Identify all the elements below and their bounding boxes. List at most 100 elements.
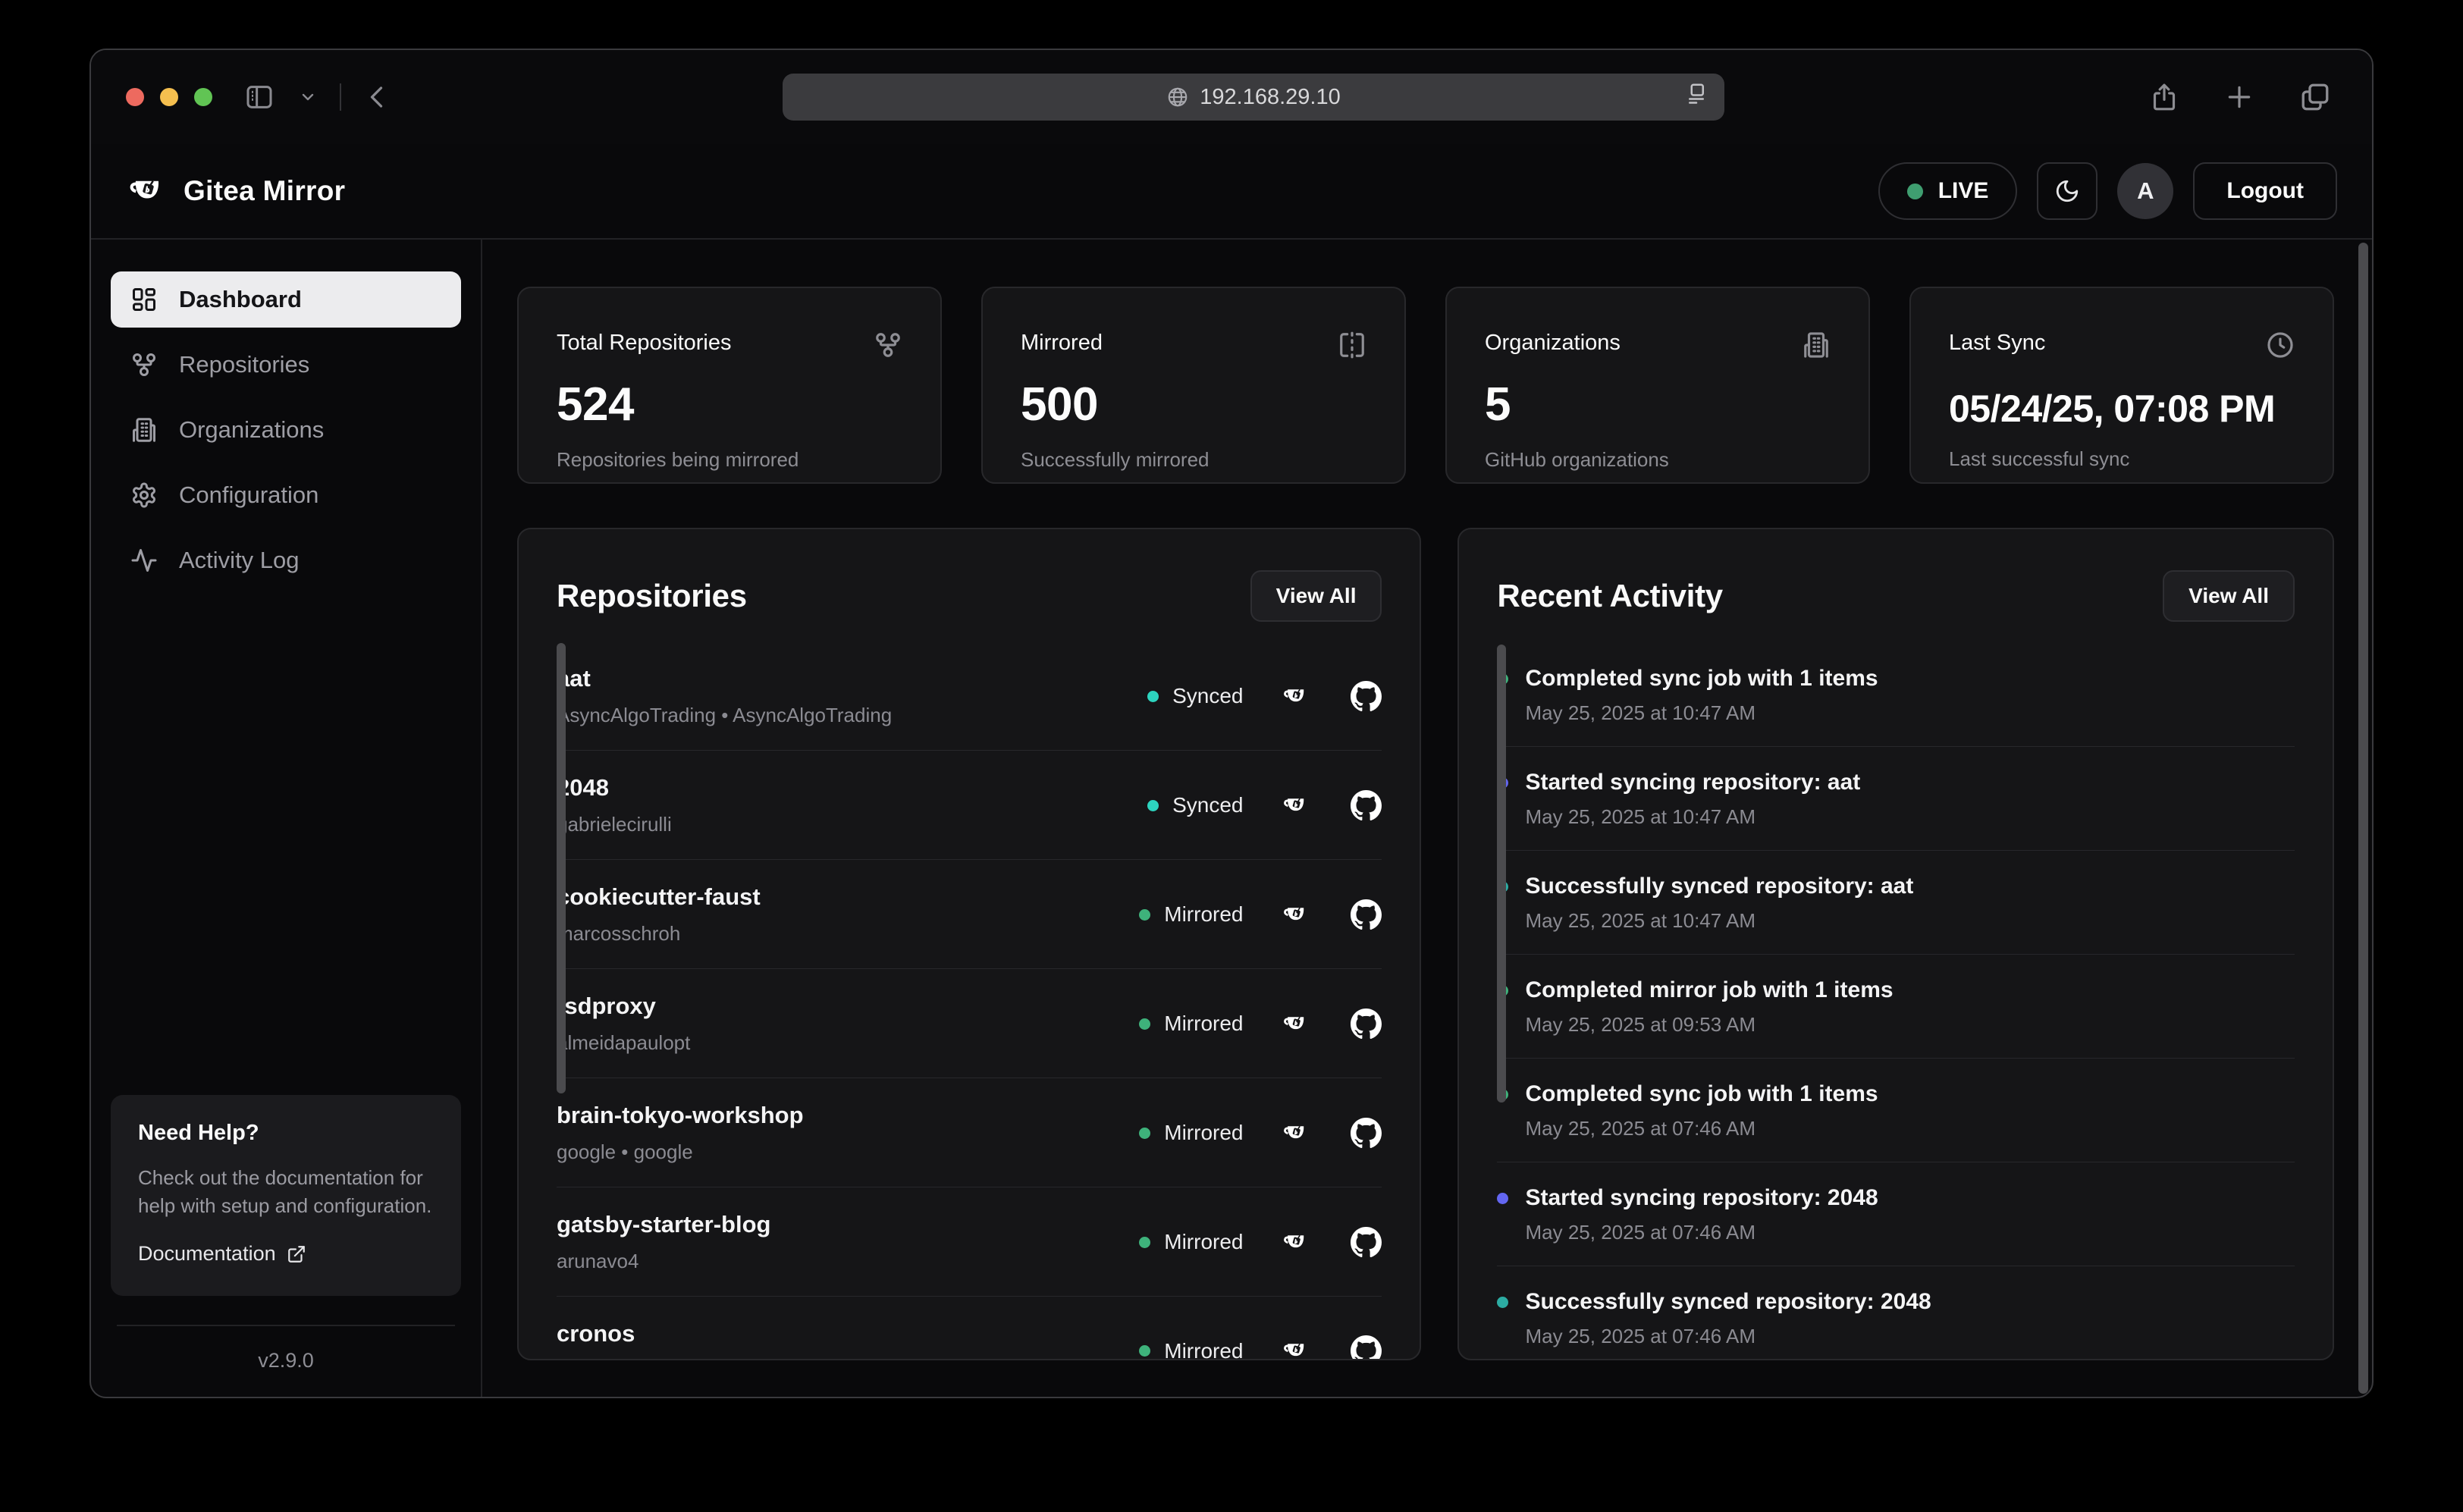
stat-value: 05/24/25, 07:08 PM <box>1949 387 2295 431</box>
gitea-cup-icon[interactable] <box>1281 902 1310 928</box>
github-icon[interactable] <box>1351 1009 1382 1040</box>
theme-toggle-button[interactable] <box>2037 162 2097 220</box>
repo-row[interactable]: cronos Mirrored <box>557 1297 1382 1360</box>
git-fork-icon <box>874 331 902 359</box>
sidebar-item-label: Organizations <box>179 416 324 444</box>
repo-owner <box>557 1359 635 1360</box>
stat-cards: Total Repositories 524 Repositories bein… <box>517 287 2334 484</box>
github-icon[interactable] <box>1351 899 1382 930</box>
sidebar: Dashboard Repositories Organizations Con… <box>91 240 482 1398</box>
moon-icon <box>2054 178 2080 204</box>
activity-item[interactable]: Completed mirror job with 1 items May 25… <box>1497 955 2295 1059</box>
gear-icon <box>130 482 158 509</box>
external-link-icon <box>287 1244 306 1264</box>
activity-timestamp: May 25, 2025 at 09:53 AM <box>1525 1013 2295 1037</box>
minimize-window-button[interactable] <box>160 88 178 106</box>
browser-titlebar: 192.168.29.10 <box>91 50 2372 144</box>
gitea-cup-icon <box>126 172 167 210</box>
sidebar-item-repositories[interactable]: Repositories <box>111 337 461 393</box>
chevron-down-icon[interactable] <box>299 88 317 106</box>
gitea-cup-icon[interactable] <box>1281 792 1310 819</box>
gitea-cup-icon[interactable] <box>1281 1011 1310 1037</box>
sidebar-item-label: Repositories <box>179 351 309 378</box>
repo-name: tsdproxy <box>557 993 690 1020</box>
repo-list-scrollbar[interactable] <box>557 643 566 1093</box>
activity-item[interactable]: Started syncing repository: 2048 May 25,… <box>1497 1162 2295 1266</box>
repositories-view-all-button[interactable]: View All <box>1250 570 1382 622</box>
stat-title: Total Repositories <box>557 331 732 356</box>
close-window-button[interactable] <box>126 88 144 106</box>
panel-title: Repositories <box>557 578 747 614</box>
new-tab-icon[interactable] <box>2225 83 2254 111</box>
status-dot <box>1139 1345 1150 1357</box>
clock-icon <box>2266 331 2295 359</box>
github-icon[interactable] <box>1351 1335 1382 1360</box>
sidebar-item-activity-log[interactable]: Activity Log <box>111 532 461 588</box>
activity-timestamp: May 25, 2025 at 07:46 AM <box>1525 1117 2295 1140</box>
activity-text: Successfully synced repository: aat <box>1525 874 1913 899</box>
repo-list: aat AsyncAlgoTrading • AsyncAlgoTrading … <box>557 642 1382 1360</box>
stat-card-organizations: Organizations 5 GitHub organizations <box>1445 287 1870 484</box>
git-fork-icon <box>130 351 158 378</box>
repo-row[interactable]: aat AsyncAlgoTrading • AsyncAlgoTrading … <box>557 642 1382 751</box>
documentation-link[interactable]: Documentation <box>138 1242 434 1266</box>
gitea-cup-icon[interactable] <box>1281 1229 1310 1256</box>
activity-item[interactable]: Successfully synced repository: aat May … <box>1497 851 2295 955</box>
github-icon[interactable] <box>1351 790 1382 821</box>
activity-view-all-button[interactable]: View All <box>2163 570 2295 622</box>
stat-subtitle: Repositories being mirrored <box>557 448 902 472</box>
tabs-icon[interactable] <box>2299 81 2331 113</box>
version-label: v2.9.0 <box>111 1349 461 1372</box>
reader-icon[interactable] <box>1685 82 1708 105</box>
stat-value: 500 <box>1021 378 1366 431</box>
layout-dashboard-icon <box>130 286 158 313</box>
repo-row[interactable]: gatsby-starter-blog arunavo4 Mirrored <box>557 1187 1382 1297</box>
toolbar-divider <box>340 83 341 111</box>
recent-activity-panel: Recent Activity View All Completed sync … <box>1457 528 2334 1360</box>
gitea-cup-icon[interactable] <box>1281 1120 1310 1147</box>
url-text: 192.168.29.10 <box>1200 85 1340 110</box>
zoom-window-button[interactable] <box>194 88 212 106</box>
repo-row[interactable]: 2048 gabrielecirulli Synced <box>557 751 1382 860</box>
gitea-cup-icon[interactable] <box>1281 683 1310 710</box>
repo-owner: arunavo4 <box>557 1250 770 1273</box>
activity-list-scrollbar[interactable] <box>1497 645 1506 1103</box>
repo-row[interactable]: brain-tokyo-workshop google • google Mir… <box>557 1078 1382 1187</box>
activity-item[interactable]: Completed sync job with 1 items May 25, … <box>1497 643 2295 747</box>
status-badge: Mirrored <box>1164 1339 1243 1361</box>
status-badge: Mirrored <box>1164 902 1243 927</box>
stat-title: Organizations <box>1485 331 1621 356</box>
sidebar-toggle-icon[interactable] <box>243 82 276 112</box>
brand[interactable]: Gitea Mirror <box>126 172 345 210</box>
sidebar-item-configuration[interactable]: Configuration <box>111 467 461 523</box>
status-badge: Mirrored <box>1164 1012 1243 1036</box>
share-icon[interactable] <box>2149 82 2179 112</box>
github-icon[interactable] <box>1351 1118 1382 1149</box>
building-icon <box>1802 331 1831 359</box>
activity-timestamp: May 25, 2025 at 10:47 AM <box>1525 805 2295 829</box>
sidebar-item-organizations[interactable]: Organizations <box>111 402 461 458</box>
activity-item[interactable]: Started syncing repository: aat May 25, … <box>1497 747 2295 851</box>
repo-row[interactable]: cookiecutter-faust marcosschroh Mirrored <box>557 860 1382 969</box>
page-scrollbar[interactable] <box>2358 243 2368 1394</box>
repo-owner: google • google <box>557 1140 804 1164</box>
sidebar-item-label: Activity Log <box>179 547 300 574</box>
activity-text: Started syncing repository: 2048 <box>1525 1185 1878 1211</box>
activity-item[interactable]: Completed sync job with 1 items May 25, … <box>1497 1059 2295 1162</box>
status-dot <box>1139 1018 1150 1030</box>
github-icon[interactable] <box>1351 681 1382 712</box>
repo-name: gatsby-starter-blog <box>557 1211 770 1238</box>
activity-text: Successfully synced repository: 2048 <box>1525 1289 1931 1315</box>
sidebar-item-dashboard[interactable]: Dashboard <box>111 271 461 328</box>
avatar[interactable]: A <box>2117 163 2173 219</box>
logout-button[interactable]: Logout <box>2193 162 2337 220</box>
activity-icon <box>130 547 158 574</box>
back-icon[interactable] <box>364 83 391 111</box>
github-icon[interactable] <box>1351 1227 1382 1258</box>
gitea-cup-icon[interactable] <box>1281 1338 1310 1360</box>
activity-item[interactable]: Successfully synced repository: 2048 May… <box>1497 1266 2295 1360</box>
address-bar[interactable]: 192.168.29.10 <box>783 74 1724 121</box>
live-dot <box>1907 184 1923 199</box>
repo-row[interactable]: tsdproxy almeidapaulopt Mirrored <box>557 969 1382 1078</box>
stat-card-total-repositories: Total Repositories 524 Repositories bein… <box>517 287 942 484</box>
